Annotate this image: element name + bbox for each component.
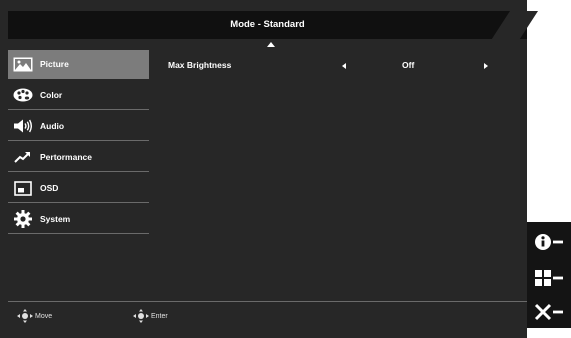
speaker-icon [12,117,34,135]
sidebar-item-audio[interactable]: Audio [8,112,149,141]
sidebar-item-label: Picture [40,59,69,69]
joystick-move-icon [17,309,33,323]
sidebar-item-color[interactable]: Color [8,81,149,110]
title-bar: Mode - Standard [8,11,538,39]
move-hint: Move [17,309,52,323]
sidebar-item-performance[interactable]: Pertormance [8,143,149,172]
sidebar-item-label: Audio [40,121,65,131]
picture-icon [12,55,34,73]
osd-window-icon [12,179,34,197]
sidebar-item-label: System [40,214,71,224]
input-key[interactable] [533,267,565,289]
footer-divider [8,301,527,302]
setting-row-max-brightness[interactable]: Max Brightness Off [168,50,518,80]
sidebar-item-picture[interactable]: Picture [8,50,149,79]
move-hint-label: Move [35,312,53,320]
enter-hint: Enter [133,309,168,323]
performance-arrow-icon [12,148,34,166]
sidebar-item-label: Pertormance [40,152,92,162]
mode-title: Mode - Standard [230,19,305,30]
sidebar-item-system[interactable]: System [8,205,149,234]
osd-menu: Mode - Standard Picture Color Audio Pert… [0,0,538,338]
exit-key[interactable] [533,301,565,323]
increase-arrow-icon[interactable] [484,63,488,69]
sidebar-item-label: Color [40,90,63,100]
joystick-enter-icon [133,309,149,323]
info-icon [535,234,563,250]
enter-hint-label: Enter [151,312,168,320]
setting-value: Off [402,60,415,70]
scroll-up-arrow-icon[interactable] [267,42,275,47]
gear-icon [12,210,34,228]
palette-icon [12,86,34,104]
close-icon [534,303,563,321]
input-grid-icon [535,270,563,286]
sidebar-item-osd[interactable]: OSD [8,174,149,203]
setting-label: Max Brightness [168,60,232,70]
sidebar-item-label: OSD [40,183,59,193]
sidebar-menu: Picture Color Audio Pertormance OSD Syst… [8,50,149,236]
side-hotkey-panel [527,222,571,328]
decrease-arrow-icon[interactable] [342,63,346,69]
info-key[interactable] [533,231,565,253]
settings-panel: Max Brightness Off [168,50,518,80]
